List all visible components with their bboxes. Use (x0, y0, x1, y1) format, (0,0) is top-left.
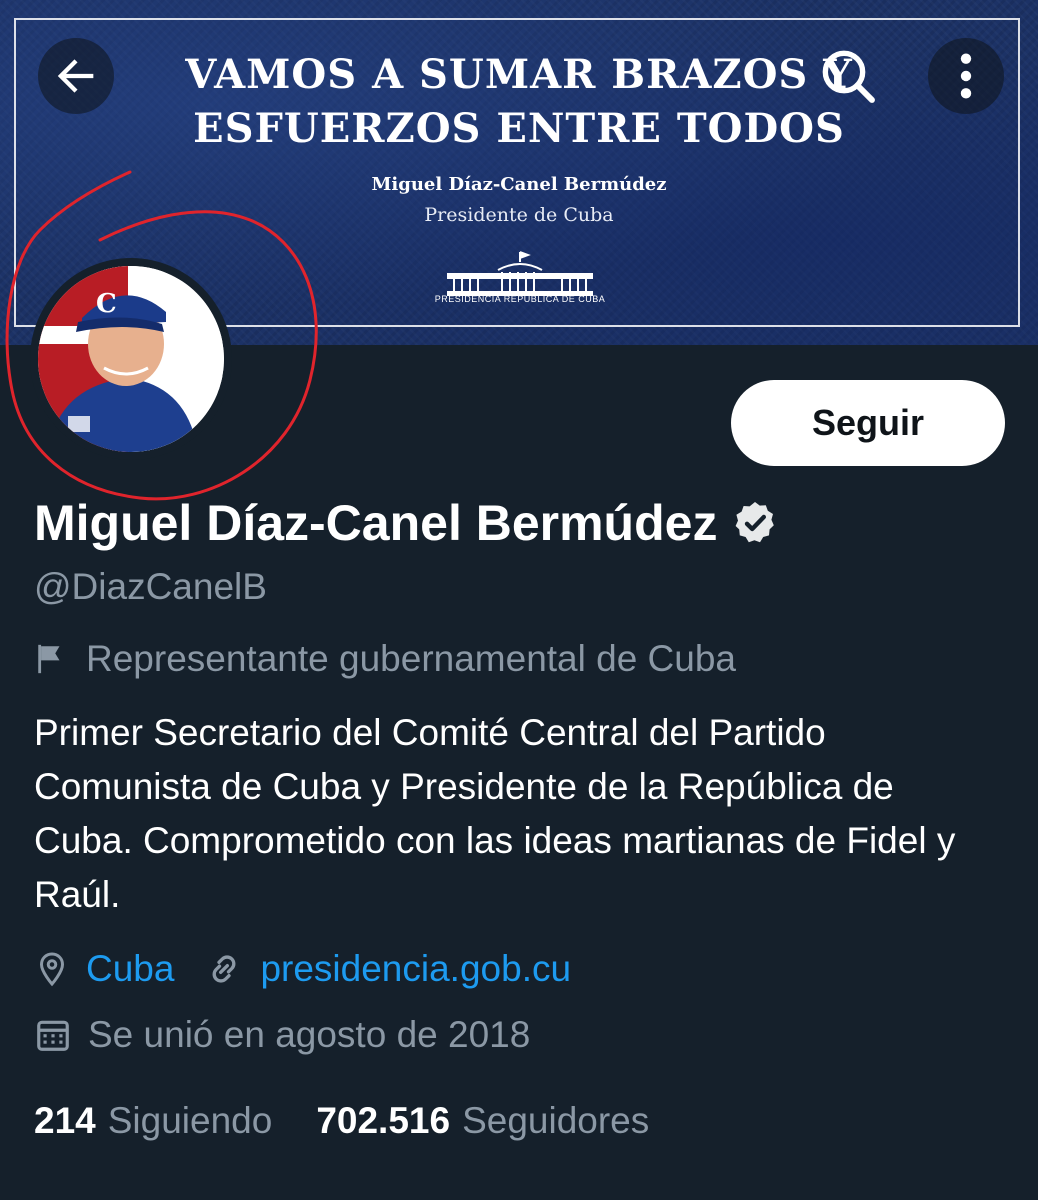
more-vertical-icon (960, 53, 972, 99)
following-label: Siguiendo (107, 1100, 273, 1141)
flag-icon (38, 644, 60, 674)
arrow-left-icon (57, 59, 94, 93)
following-stat[interactable]: 214 Siguiendo (34, 1100, 272, 1142)
follow-button[interactable]: Seguir (731, 380, 1005, 466)
more-options-button[interactable] (928, 38, 1004, 114)
verified-badge-icon[interactable] (731, 499, 779, 547)
following-count: 214 (34, 1100, 96, 1141)
profile-handle: @DiazCanelB (34, 566, 267, 607)
location-icon (34, 949, 70, 989)
calendar-icon (34, 1015, 72, 1055)
government-label-text: Representante gubernamental de Cuba (86, 638, 737, 679)
link-icon (204, 949, 244, 989)
profile-name-text: Miguel Díaz-Canel Bermúdez (34, 495, 718, 551)
joined-text: Se unió en agosto de 2018 (88, 1014, 531, 1055)
location-link[interactable]: Cuba (86, 948, 174, 990)
avatar-image: C (38, 266, 224, 452)
joined-date: Se unió en agosto de 2018 (34, 1014, 530, 1056)
followers-count: 702.516 (316, 1100, 451, 1141)
profile-meta: Cuba presidencia.gob.cu (34, 948, 571, 990)
website-link[interactable]: presidencia.gob.cu (260, 948, 571, 990)
back-button[interactable] (38, 38, 114, 114)
profile-name: Miguel Díaz-Canel Bermúdez (34, 494, 779, 552)
search-icon (822, 50, 875, 103)
search-button[interactable] (810, 38, 886, 114)
avatar-portrait: C (38, 266, 224, 452)
banner-headline-line2: ESFUERZOS ENTRE TODOS (193, 105, 845, 152)
follow-stats: 214 Siguiendo 702.516 Seguidores (34, 1100, 649, 1142)
profile-bio: Primer Secretario del Comité Central del… (34, 712, 956, 915)
followers-stat[interactable]: 702.516 Seguidores (316, 1100, 649, 1142)
banner-logo-text: PRESIDENCIA REPÚBLICA DE CUBA (434, 294, 606, 304)
banner-name: Miguel Díaz-Canel Bermúdez (371, 174, 667, 195)
government-label: Representante gubernamental de Cuba (34, 638, 736, 680)
banner-role: Presidente de Cuba (424, 204, 614, 226)
svg-text:C: C (96, 289, 117, 319)
followers-label: Seguidores (462, 1100, 650, 1141)
profile-avatar[interactable]: C (30, 258, 232, 460)
